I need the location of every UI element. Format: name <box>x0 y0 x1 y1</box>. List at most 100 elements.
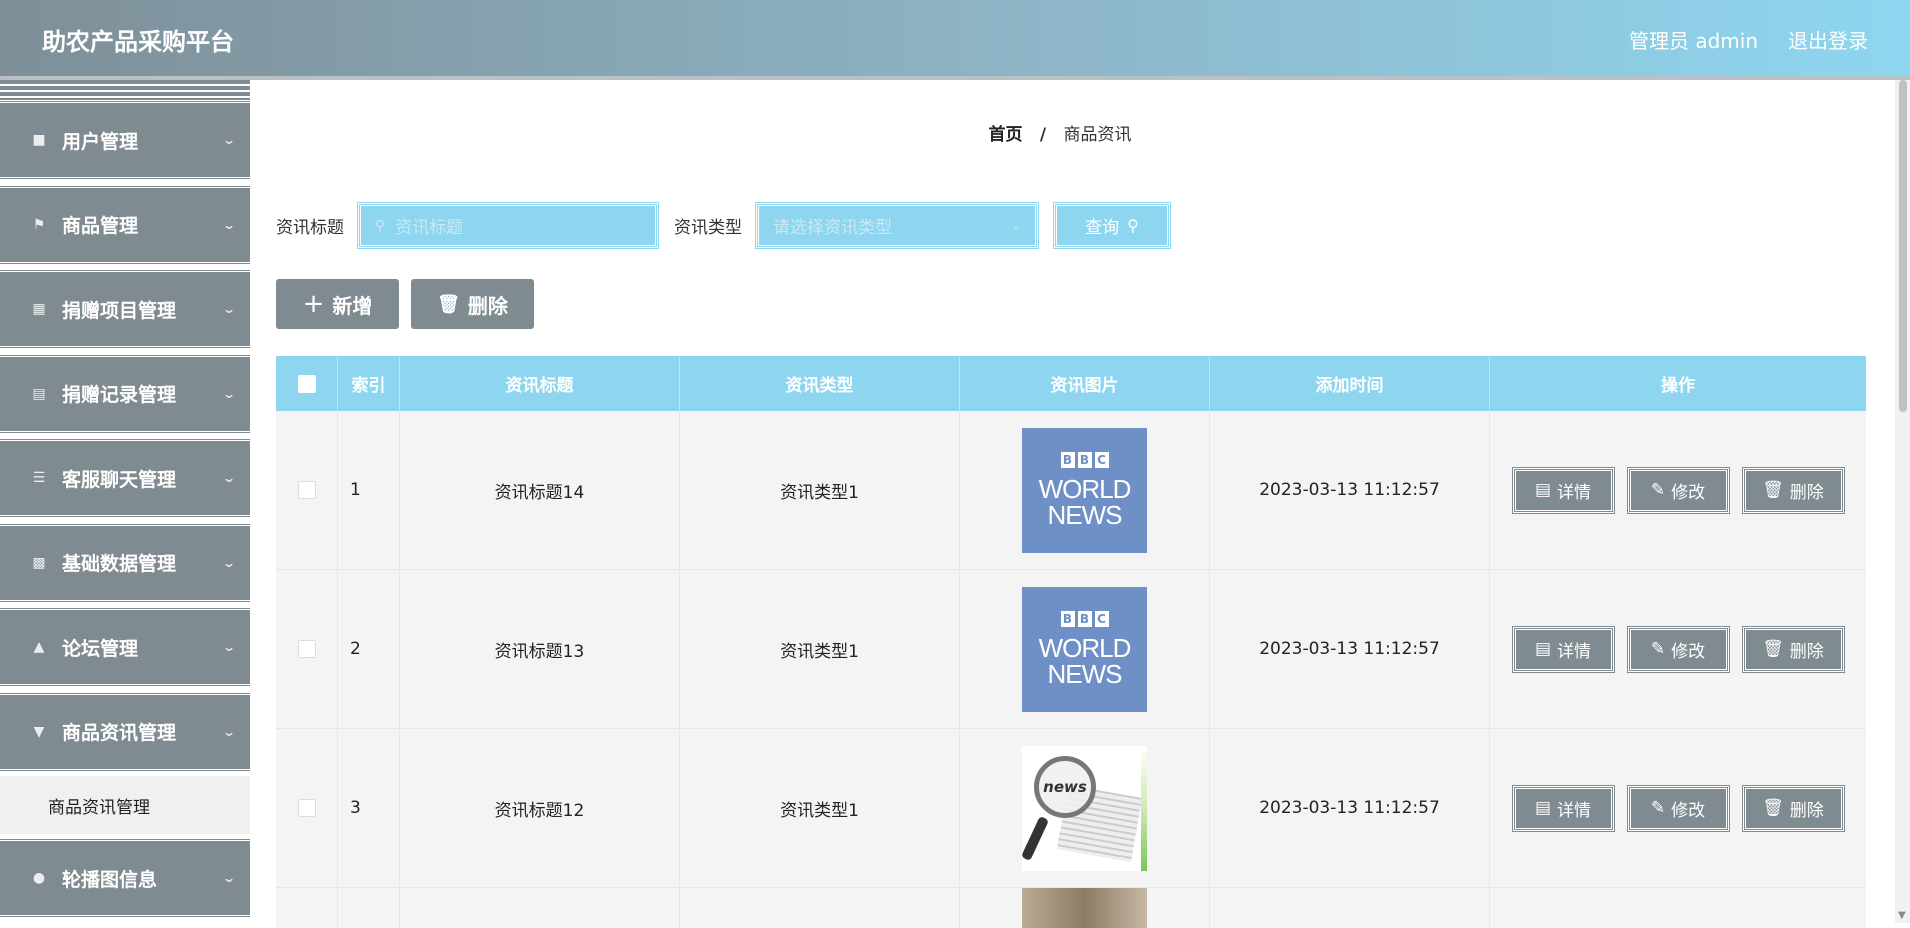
detail-label: 详情 <box>1557 641 1592 662</box>
grid-icon: ▦ <box>32 301 46 317</box>
chevron-down-icon: ⌄ <box>221 133 237 147</box>
detail-button[interactable]: ▤ 详情 <box>1511 625 1615 673</box>
submenu-item-news-manage[interactable]: 商品资讯管理 <box>0 776 250 834</box>
pencil-icon: ✎ <box>1650 480 1666 500</box>
title-search-placeholder: 资讯标题 <box>395 218 464 238</box>
top-header: 助农产品采购平台 管理员 admin 退出登录 <box>0 0 1910 78</box>
row-checkbox[interactable] <box>297 799 316 817</box>
header-ops: 操作 <box>1661 376 1695 396</box>
apps-icon: ▩ <box>32 554 46 571</box>
flag-icon: ⚑ <box>32 216 46 233</box>
sidebar-item-donation-records[interactable]: ▤ 捐赠记录管理 ⌄ <box>0 353 250 434</box>
scroll-down-arrow-icon[interactable]: ▼ <box>1898 910 1906 921</box>
sidebar-item-label: 捐赠项目管理 <box>62 299 177 322</box>
news-thumbnail-partial[interactable] <box>1022 888 1147 928</box>
sidebar-item-donation-projects[interactable]: ▦ 捐赠项目管理 ⌄ <box>0 269 250 349</box>
title-search-input[interactable]: ⚲ 资讯标题 <box>357 202 659 249</box>
delete-button[interactable]: 🗑 删除 <box>1741 784 1845 832</box>
row-time: 2023-03-13 11:12:57 <box>1210 570 1490 728</box>
breadcrumb-current: 商品资讯 <box>1063 125 1132 145</box>
row-index: 1 <box>338 411 400 569</box>
table-header: 索引 资讯标题 资讯类型 资讯图片 添加时间 操作 <box>276 356 1866 411</box>
bbc-logo-letter: B <box>1077 452 1092 468</box>
brush-icon: ▼ <box>33 723 45 740</box>
edit-label: 修改 <box>1671 800 1706 821</box>
document-icon: ▤ <box>1534 639 1552 659</box>
bulk-delete-button[interactable]: 🗑 删除 <box>411 279 534 329</box>
logout-link[interactable]: 退出登录 <box>1788 25 1868 54</box>
add-button-label: 新增 <box>332 293 373 318</box>
sidebar-item-label: 基础数据管理 <box>62 553 177 575</box>
sidebar-item-news[interactable]: ▼ 商品资讯管理 ⌄ <box>0 691 250 772</box>
edit-button[interactable]: ✎ 修改 <box>1626 466 1730 514</box>
page-scrollbar[interactable]: ▼ <box>1895 80 1910 923</box>
detail-button[interactable]: ▤ 详情 <box>1511 784 1615 832</box>
sidebar-item-base-data[interactable]: ▩ 基础数据管理 ⌄ <box>0 522 250 603</box>
sidebar-item-carousel[interactable]: ● 轮播图信息 ⌄ <box>0 838 250 918</box>
sidebar-item-label: 客服聊天管理 <box>62 468 177 491</box>
title-filter-label: 资讯标题 <box>276 218 344 238</box>
sidebar-item-products[interactable]: ⚑ 商品管理 ⌄ <box>0 184 250 265</box>
magnifier-handle <box>1022 815 1050 861</box>
delete-button[interactable]: 🗑 删除 <box>1741 625 1845 673</box>
header-image: 资讯图片 <box>960 356 1210 411</box>
action-bar: + 新增 🗑 删除 <box>276 279 534 329</box>
pencil-icon: ✎ <box>1650 798 1666 818</box>
row-title: 资讯标题14 <box>400 411 680 569</box>
delete-label: 删除 <box>1789 800 1824 821</box>
row-title: 资讯标题12 <box>400 729 680 887</box>
scrollbar-thumb[interactable] <box>1899 80 1907 412</box>
chevron-down-icon: ⌄ <box>221 386 237 401</box>
table-row: 3 资讯标题12 资讯类型1 news 2023-03-13 11:12:57 … <box>276 729 1866 888</box>
chevron-down-icon: ⌄ <box>221 871 237 885</box>
sidebar-item-forum[interactable]: ▲ 论坛管理 ⌄ <box>0 607 250 687</box>
detail-label: 详情 <box>1557 482 1592 503</box>
row-checkbox[interactable] <box>297 481 316 499</box>
detail-button[interactable]: ▤ 详情 <box>1511 466 1615 514</box>
document-icon: ▤ <box>1534 480 1552 500</box>
current-user[interactable]: 管理员 admin <box>1629 25 1758 54</box>
sidebar-item-users[interactable]: ■ 用户管理 ⌄ <box>0 100 250 180</box>
trash-icon: 🗑 <box>437 293 460 315</box>
news-thumbnail-bbc[interactable]: B B C WORLD NEWS <box>1022 586 1147 712</box>
user-icon: ● <box>32 870 46 886</box>
bulk-delete-label: 删除 <box>467 293 508 318</box>
bbc-line1: WORLD <box>1038 633 1132 663</box>
row-type: 资讯类型1 <box>680 570 960 728</box>
type-select[interactable]: 请选择资讯类型 ⌄ <box>755 202 1039 249</box>
row-time: 2023-03-13 11:12:57 <box>1210 729 1490 887</box>
chevron-down-icon: ⌄ <box>221 555 237 570</box>
news-thumbnail-magnifier[interactable]: news <box>1022 745 1147 871</box>
breadcrumb-separator: / <box>1039 125 1047 145</box>
chevron-down-icon: ⌄ <box>221 471 237 485</box>
bbc-line2: NEWS <box>1047 659 1123 689</box>
bbc-line2: NEWS <box>1047 500 1123 530</box>
delete-button[interactable]: 🗑 删除 <box>1741 466 1845 514</box>
green-edge <box>1141 745 1147 871</box>
detail-label: 详情 <box>1557 800 1592 821</box>
sidebar-item-label: 捐赠记录管理 <box>62 384 177 406</box>
row-checkbox[interactable] <box>297 640 316 658</box>
sidebar-item-chat[interactable]: ☰ 客服聊天管理 ⌄ <box>0 438 250 518</box>
edit-button[interactable]: ✎ 修改 <box>1626 625 1730 673</box>
row-time: 2023-03-13 11:12:57 <box>1210 411 1490 569</box>
add-button[interactable]: + 新增 <box>276 279 399 329</box>
list-icon: ☰ <box>32 470 46 486</box>
briefcase-icon: ■ <box>32 132 46 148</box>
delete-label: 删除 <box>1789 482 1824 503</box>
chevron-down-icon: ⌄ <box>221 724 237 739</box>
select-all-checkbox[interactable] <box>297 374 316 393</box>
edit-button[interactable]: ✎ 修改 <box>1626 784 1730 832</box>
news-thumbnail-bbc[interactable]: B B C WORLD NEWS <box>1022 427 1147 553</box>
sidebar-item-label: 商品管理 <box>62 215 139 237</box>
row-title: 资讯标题13 <box>400 570 680 728</box>
query-button[interactable]: 查询 ⚲ <box>1053 202 1171 249</box>
header-index: 索引 <box>338 356 400 411</box>
trash-icon: 🗑 <box>1762 639 1784 659</box>
sidebar-item-label: 轮播图信息 <box>62 868 158 891</box>
sidebar-item-label: 商品资讯管理 <box>62 722 177 744</box>
trash-icon: 🗑 <box>1762 798 1784 818</box>
news-table: 索引 资讯标题 资讯类型 资讯图片 添加时间 操作 1 资讯标题14 资讯类型1… <box>276 356 1866 928</box>
type-select-placeholder: 请选择资讯类型 <box>773 218 892 238</box>
breadcrumb-home[interactable]: 首页 <box>988 125 1022 145</box>
